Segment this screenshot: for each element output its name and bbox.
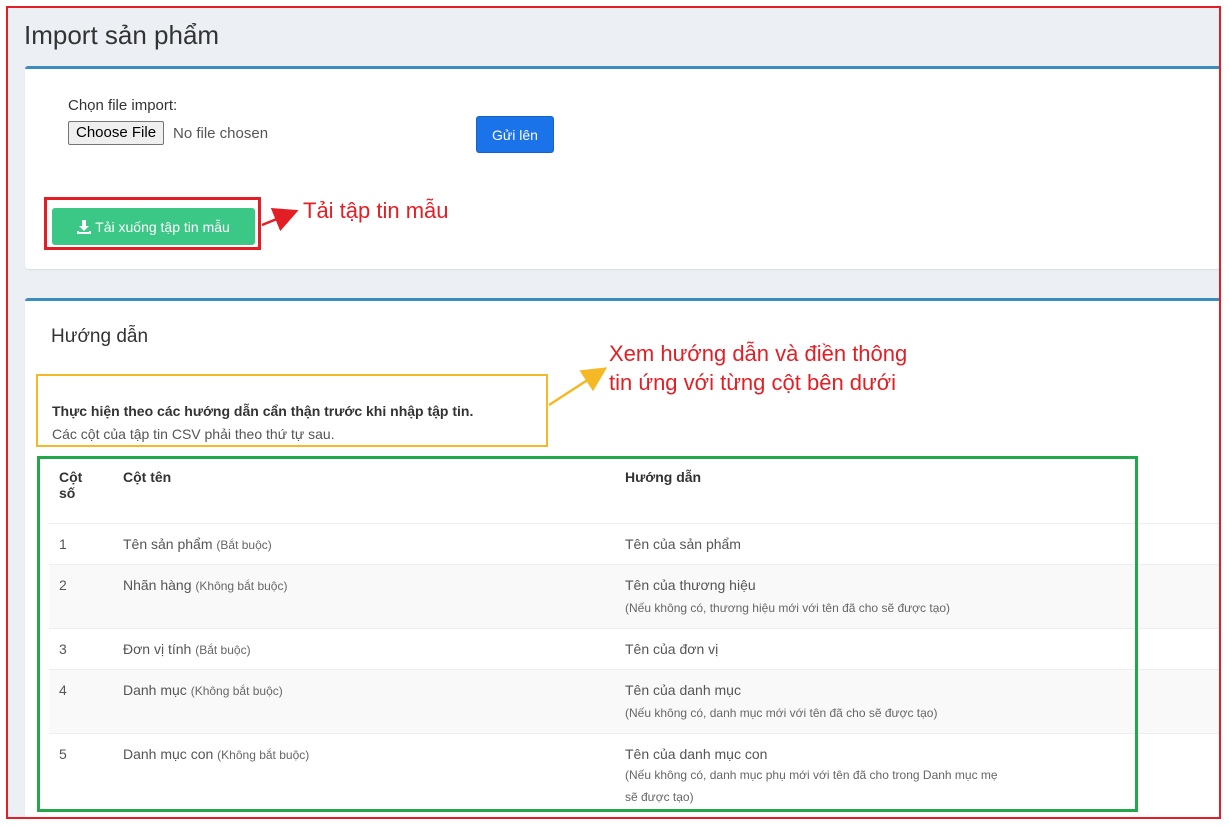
submit-button[interactable]: Gửi lên xyxy=(476,116,554,153)
guide-hint-text: Xem hướng dẫn và điền thông tin ứng với t… xyxy=(609,341,908,395)
page-title: Import sản phẩm xyxy=(24,20,220,50)
file-import-label: Chọn file import: xyxy=(68,97,178,114)
download-highlight-box xyxy=(44,197,261,250)
download-hint-text: Tải tập tin mẫu xyxy=(303,198,449,223)
intro-highlight-box xyxy=(36,374,548,447)
guide-title: Hướng dẫn xyxy=(51,326,149,347)
choose-file-button[interactable]: Choose File xyxy=(68,121,165,145)
table-highlight-box xyxy=(37,456,1138,812)
file-status-text: No file chosen xyxy=(173,125,269,142)
